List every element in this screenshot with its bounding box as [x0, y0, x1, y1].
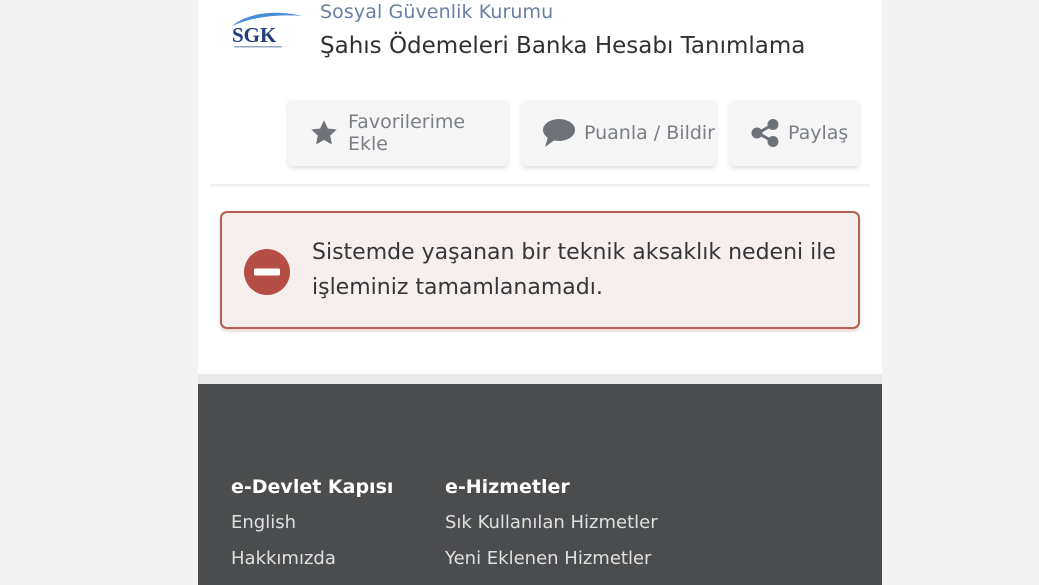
section-gap	[198, 374, 882, 384]
error-message-line-1: Sistemde yaşanan bir teknik aksaklık ned…	[312, 240, 836, 265]
divider	[210, 184, 870, 188]
service-card: SGK Sosyal Güvenlik Kurumu Şahıs Ödemele…	[198, 0, 882, 374]
add-favorites-button[interactable]: Favorilerime Ekle	[288, 100, 508, 166]
rate-report-label: Puanla / Bildir	[584, 122, 715, 144]
page: SGK Sosyal Güvenlik Kurumu Şahıs Ödemele…	[198, 0, 882, 585]
share-label: Paylaş	[788, 122, 849, 144]
error-alert: Sistemde yaşanan bir teknik aksaklık ned…	[220, 211, 860, 329]
star-icon	[308, 118, 340, 148]
footer-column-ehizmetler: e-Hizmetler Sık Kullanılan Hizmetler Yen…	[445, 476, 658, 574]
footer-column-edevlet: e-Devlet Kapısı English Hakkımızda	[231, 476, 393, 574]
footer: e-Devlet Kapısı English Hakkımızda e-Hiz…	[198, 384, 882, 585]
sgk-logo: SGK	[232, 12, 302, 48]
share-icon	[750, 118, 780, 148]
share-button[interactable]: Paylaş	[730, 100, 859, 166]
org-name: Sosyal Güvenlik Kurumu	[320, 1, 554, 23]
error-message: Sistemde yaşanan bir teknik aksaklık ned…	[312, 235, 842, 305]
footer-link-frequent-services[interactable]: Sık Kullanılan Hizmetler	[445, 512, 658, 538]
speech-bubble-icon	[542, 118, 576, 148]
footer-heading-ehizmetler: e-Hizmetler	[445, 476, 570, 498]
add-favorites-label: Favorilerime Ekle	[348, 111, 466, 155]
svg-text:SGK: SGK	[232, 23, 277, 47]
footer-heading-edevlet: e-Devlet Kapısı	[231, 476, 394, 498]
rate-report-button[interactable]: Puanla / Bildir	[522, 100, 716, 166]
page-title: Şahıs Ödemeleri Banka Hesabı Tanımlama	[320, 33, 806, 59]
no-entry-icon	[244, 249, 290, 295]
footer-link-new-services[interactable]: Yeni Eklenen Hizmetler	[445, 548, 658, 574]
footer-link-english[interactable]: English	[231, 512, 393, 538]
footer-link-about[interactable]: Hakkımızda	[231, 548, 393, 574]
error-message-line-2: işleminiz tamamlanamadı.	[312, 275, 603, 300]
